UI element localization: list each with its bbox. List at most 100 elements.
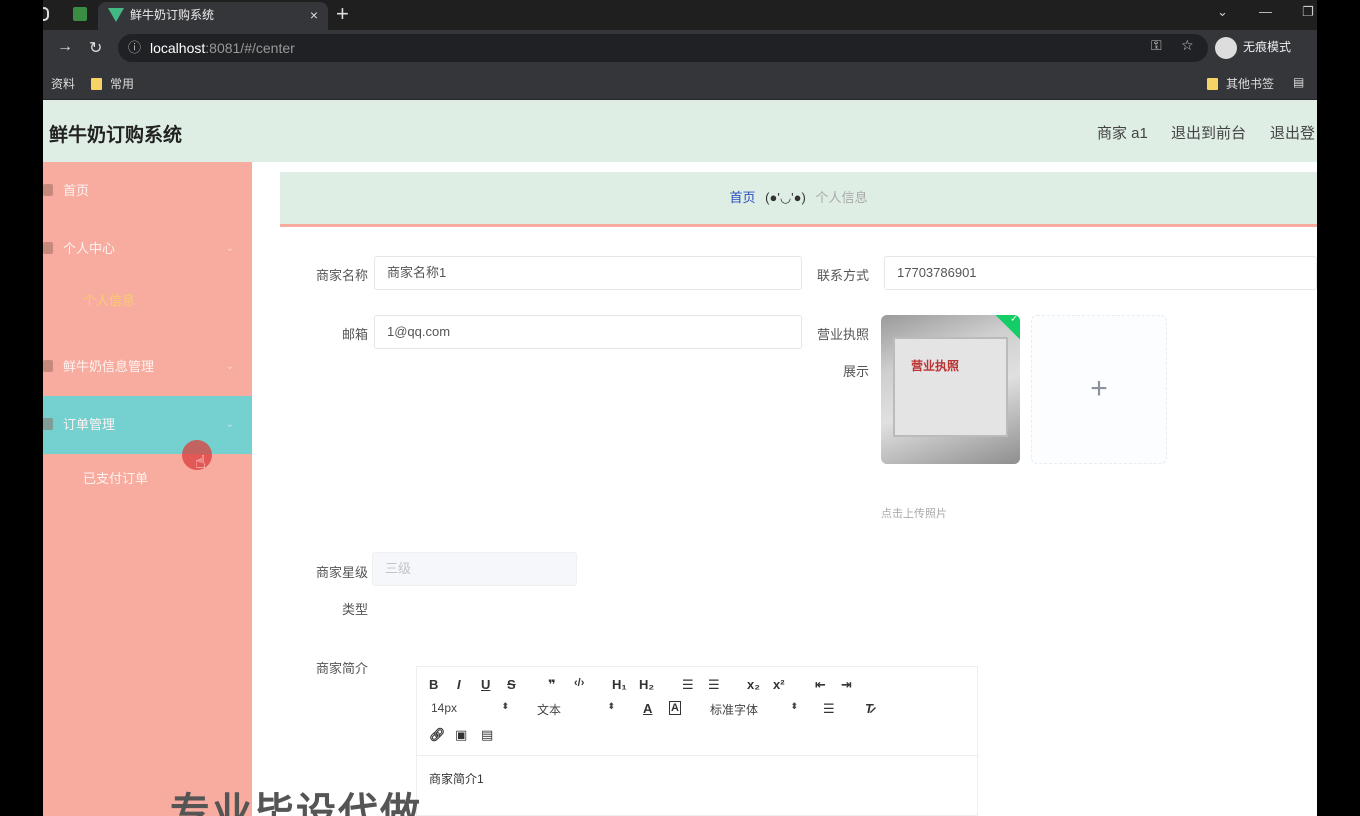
sidebar: 首页 个人中心 ⌄ 个人信息 鲜牛奶信息管理 ⌄ 订单管理 ⌄ 已支付订单 [43, 162, 252, 816]
sidebar-item-label: 个人中心 [63, 241, 116, 256]
sidebar-item-label: 鲜牛奶信息管理 [63, 359, 155, 374]
sidebar-item-orders[interactable]: 订单管理 ⌄ [43, 396, 252, 454]
h1-icon[interactable]: H₁ [612, 677, 627, 692]
select-arrow-icon: ⬍ [501, 701, 509, 711]
bookmark-star-icon[interactable]: ☆ [1181, 37, 1194, 54]
font-size-select[interactable]: 14px ⬍ [431, 701, 509, 715]
sidebar-item-paid-orders[interactable]: 已支付订单 [43, 450, 252, 508]
restore-icon[interactable]: ❐ [1302, 4, 1314, 20]
bullet-list-icon[interactable]: ☰ [708, 677, 720, 693]
sidebar-item-label: 已支付订单 [83, 471, 149, 486]
indent-icon[interactable]: ⇥ [841, 677, 852, 693]
merchant-name-input[interactable]: 商家名称1 [374, 256, 802, 290]
app-title: 鲜牛奶订购系统 [49, 125, 183, 146]
sidebar-item-milk-info[interactable]: 鲜牛奶信息管理 ⌄ [43, 338, 252, 396]
minimize-icon[interactable]: — [1259, 4, 1272, 19]
contact-input[interactable]: 17703786901 [884, 256, 1317, 290]
watermark-text: 专业毕设代做 [170, 791, 422, 816]
current-user: 商家 a1 [1097, 125, 1148, 142]
upload-add-button[interactable]: + [1031, 315, 1167, 464]
bookmark-item[interactable]: 资料 [51, 75, 75, 92]
pinned-tab-icon[interactable] [73, 7, 87, 21]
align-icon[interactable]: ☰ [823, 701, 835, 717]
underline-icon[interactable]: U [481, 677, 490, 692]
site-info-icon[interactable]: ⓘ [128, 34, 141, 62]
hand-cursor-icon: ☝ [195, 452, 206, 472]
incognito-label: 无痕模式 [1243, 40, 1292, 54]
sidebar-item-personal-center[interactable]: 个人中心 ⌄ [43, 220, 252, 278]
logout-link[interactable]: 退出登 [1270, 122, 1315, 143]
incognito-icon [1215, 36, 1237, 59]
ordered-list-icon[interactable]: ☰ [682, 677, 694, 693]
chevron-down-icon: ⌄ [225, 243, 234, 254]
font-family-select[interactable]: 标准字体 ⬍ [710, 701, 798, 718]
license-label-2: 展示 [842, 364, 869, 379]
incognito-badge[interactable]: 无痕模式 [1215, 36, 1291, 59]
contact-label: 联系方式 [816, 268, 869, 283]
browser-address-bar: → ↻ ⓘ localhost:8081/#/center ⚿ ☆ 无痕模式 [43, 30, 1317, 66]
outdent-icon[interactable]: ⇤ [815, 677, 826, 693]
screen: 鲜牛奶订购系统 × + ⌄ — ❐ → ↻ ⓘ localhost:8081/#… [43, 0, 1317, 816]
clear-format-icon[interactable]: T̷ [865, 701, 873, 716]
home-icon [43, 184, 53, 196]
paragraph-select[interactable]: 文本 ⬍ [537, 701, 615, 718]
vue-favicon-icon [108, 8, 124, 22]
level-label-2: 类型 [341, 602, 368, 617]
font-color-icon[interactable]: A [643, 701, 652, 716]
other-bookmarks[interactable]: 其他书签 [1207, 75, 1274, 92]
chevron-down-icon: ⌄ [225, 361, 234, 372]
h2-icon[interactable]: H₂ [639, 677, 654, 692]
license-image[interactable]: 营业执照 ✓ [881, 315, 1020, 464]
browser-tab-bar: 鲜牛奶订购系统 × + ⌄ — ❐ [43, 0, 1317, 30]
browser-tab[interactable]: 鲜牛奶订购系统 × [98, 2, 328, 30]
tab-search-icon[interactable]: ⌄ [1217, 4, 1228, 20]
intro-label: 商家简介 [315, 661, 368, 676]
sidebar-item-home[interactable]: 首页 [43, 162, 252, 220]
breadcrumb-home[interactable]: 首页 [730, 190, 756, 205]
menu-icon [43, 418, 53, 430]
check-icon: ✓ [1010, 315, 1018, 324]
other-bookmarks-label: 其他书签 [1226, 77, 1275, 91]
select-arrow-icon: ⬍ [790, 701, 798, 711]
folder-icon [1207, 78, 1218, 90]
link-icon[interactable]: 🔗︎ [429, 727, 446, 743]
font-family-value: 标准字体 [710, 703, 759, 717]
key-icon[interactable]: ⚿ [1151, 37, 1162, 54]
video-icon[interactable]: ▤ [481, 727, 493, 743]
bookmarks-bar: 资料 常用 其他书签 ▤ [43, 66, 1317, 100]
reload-icon[interactable]: ↻ [89, 38, 102, 58]
background-color-icon[interactable]: A [669, 701, 681, 715]
reading-list-icon[interactable]: ▤ [1293, 75, 1304, 89]
strike-icon[interactable]: S [507, 677, 516, 692]
url-path: :8081/#/center [205, 40, 295, 56]
font-size-value: 14px [431, 701, 458, 715]
sidebar-item-label: 订单管理 [63, 417, 116, 432]
forward-icon[interactable]: → [57, 38, 73, 56]
app-header: 鲜牛奶订购系统 商家 a1 退出到前台 退出登 [43, 100, 1317, 162]
level-label: 商家星级 [315, 565, 368, 580]
image-icon[interactable]: ▣ [455, 727, 467, 743]
editor-content[interactable]: 商家简介1 [417, 755, 979, 816]
tab-close-icon[interactable]: × [310, 2, 318, 28]
sidebar-item-label: 首页 [63, 183, 90, 198]
email-input[interactable]: 1@qq.com [374, 315, 802, 349]
bold-icon[interactable]: B [429, 677, 438, 692]
breadcrumb-current: 个人信息 [815, 190, 868, 205]
select-arrow-icon: ⬍ [607, 701, 615, 711]
url-input[interactable]: ⓘ localhost:8081/#/center [118, 34, 1208, 62]
superscript-icon[interactable]: x² [773, 677, 785, 692]
rich-text-editor: B I U S ❞ ‹/› H₁ H₂ ☰ ☰ x₂ x² ⇤ ⇥ 14px ⬍ … [416, 666, 979, 816]
subscript-icon[interactable]: x₂ [747, 677, 760, 692]
breadcrumb-face: (●'◡'●) [765, 190, 806, 205]
upload-tip: 点击上传照片 [881, 508, 947, 520]
italic-icon[interactable]: I [457, 677, 461, 692]
code-icon[interactable]: ‹/› [574, 677, 584, 689]
email-label: 邮箱 [341, 327, 368, 342]
back-to-front-link[interactable]: 退出到前台 [1171, 122, 1246, 143]
quote-icon[interactable]: ❞ [548, 677, 556, 693]
level-input: 三级 [372, 552, 577, 586]
sidebar-item-personal-info[interactable]: 个人信息 [43, 272, 252, 330]
new-tab-icon[interactable]: + [336, 2, 349, 26]
bookmark-item[interactable]: 常用 [91, 75, 134, 92]
tab-title: 鲜牛奶订购系统 [130, 8, 215, 22]
